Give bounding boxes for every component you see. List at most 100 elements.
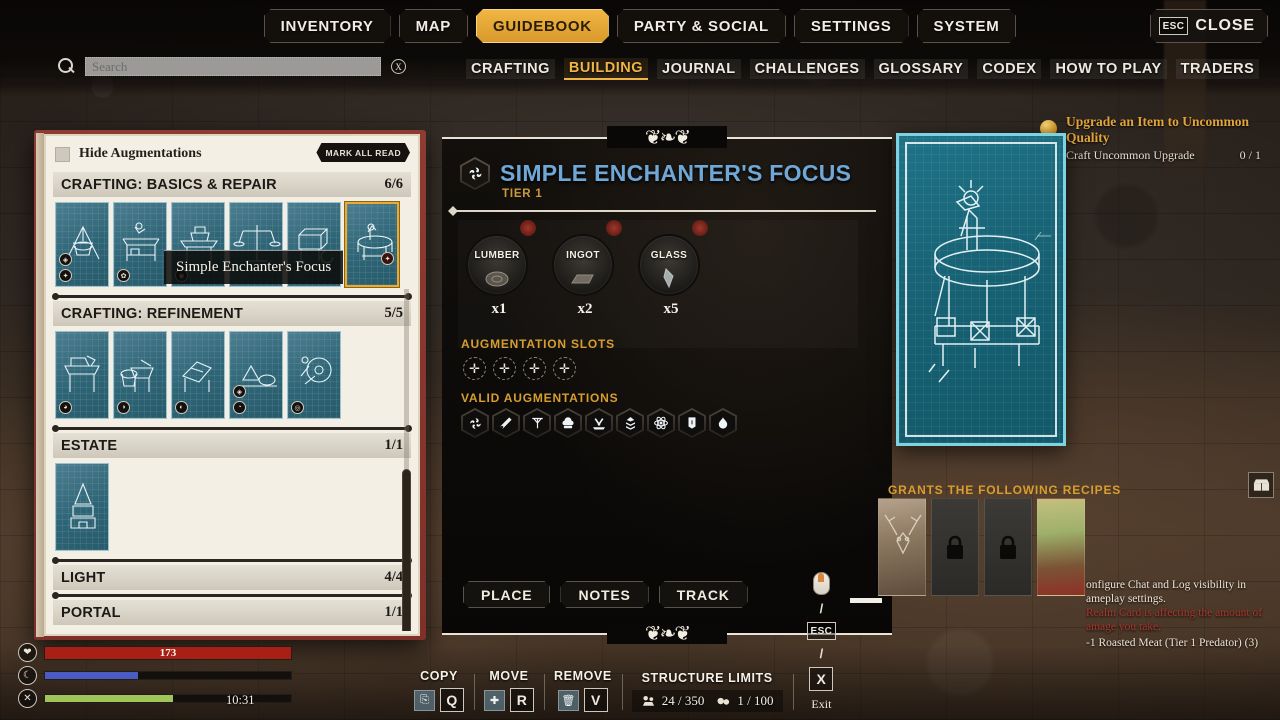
menu-tab-system[interactable]: SYSTEM xyxy=(917,9,1017,43)
close-button[interactable]: ESC CLOSE xyxy=(1150,9,1268,43)
category-count: 4/4 xyxy=(384,569,403,585)
valid-augmentations-list xyxy=(461,408,737,438)
grants-recipes-label: GRANTS THE FOLLOWING RECIPES xyxy=(888,483,1122,497)
menu-tab-guidebook[interactable]: GUIDEBOOK xyxy=(476,9,609,43)
ingredient-lumber[interactable]: LUMBER x1 xyxy=(466,220,536,348)
crate-icon[interactable] xyxy=(1248,472,1274,498)
blueprint-card[interactable]: ◈ ◔ xyxy=(229,331,283,419)
augmentation-flame-icon[interactable] xyxy=(709,408,737,438)
divider xyxy=(52,293,412,300)
augmentation-construction-crane-icon[interactable] xyxy=(523,408,551,438)
category-header-portal[interactable]: PORTAL 1/1 xyxy=(53,600,411,625)
scrollbar-thumb[interactable] xyxy=(402,469,411,631)
tab-codex[interactable]: CODEX xyxy=(977,59,1042,79)
recipe-card-locked[interactable] xyxy=(931,498,979,596)
moon-icon: ☾ xyxy=(18,666,37,685)
book-page-header: Hide Augmentations MARK ALL READ xyxy=(49,139,415,169)
tab-glossary[interactable]: GLOSSARY xyxy=(873,59,969,79)
augmentation-butcher-icon[interactable] xyxy=(585,408,613,438)
rune-marker-icon xyxy=(606,220,622,236)
decor-limit-value: 1 / 100 xyxy=(737,693,774,708)
lock-icon xyxy=(1000,535,1016,559)
blueprint-card[interactable]: ◈ ✦ xyxy=(55,202,109,287)
log-line: onfigure Chat and Log visibility in xyxy=(1086,579,1247,591)
hide-augmentations-label: Hide Augmentations xyxy=(79,146,202,161)
search-input[interactable]: Search xyxy=(85,57,381,76)
search-icon xyxy=(58,58,75,75)
menu-tab-map[interactable]: MAP xyxy=(399,9,468,43)
category-card-row xyxy=(49,458,415,555)
recipe-card-unlocked[interactable] xyxy=(878,498,926,596)
recipe-card-locked[interactable] xyxy=(984,498,1032,596)
tab-building[interactable]: BUILDING xyxy=(563,58,649,80)
esc-key[interactable]: ESC xyxy=(806,622,837,640)
world-clock: 10:31 xyxy=(226,693,255,707)
recipe-card-unlocked[interactable] xyxy=(1037,498,1085,596)
heart-icon: ❤ xyxy=(18,643,37,662)
category-count: 1/1 xyxy=(384,437,403,453)
ingredients-list: LUMBER x1 INGOT x2 GLASS x5 xyxy=(458,220,858,348)
clear-search-icon[interactable]: X xyxy=(391,59,406,74)
category-header-crafting-refinement[interactable]: CRAFTING: REFINEMENT 5/5 xyxy=(53,301,411,326)
ingredient-glass[interactable]: GLASS x5 xyxy=(638,220,708,348)
stamina-fill xyxy=(45,672,139,679)
quest-progress: 0 / 1 xyxy=(1239,148,1261,162)
separator: / xyxy=(819,601,824,616)
menu-tab-inventory[interactable]: INVENTORY xyxy=(264,9,391,43)
blueprint-card[interactable] xyxy=(55,463,109,551)
tab-crafting[interactable]: CRAFTING xyxy=(466,59,555,79)
augmentation-scroll-icon[interactable] xyxy=(678,408,706,438)
augmentation-slot[interactable]: ✛ xyxy=(523,357,546,380)
copy-key[interactable]: Q xyxy=(440,688,464,712)
track-button[interactable]: TRACK xyxy=(659,581,748,608)
tab-how-to-play[interactable]: HOW TO PLAY xyxy=(1050,59,1167,79)
tab-journal[interactable]: JOURNAL xyxy=(657,59,741,79)
augmentation-atom-icon[interactable] xyxy=(647,408,675,438)
mortar-bench-art xyxy=(120,359,154,392)
blueprint-card[interactable]: ◕ xyxy=(55,331,109,419)
blueprint-preview xyxy=(896,133,1066,446)
category-header-crafting-basics[interactable]: CRAFTING: BASICS & REPAIR 6/6 xyxy=(53,172,411,197)
tab-traders[interactable]: TRADERS xyxy=(1175,59,1260,79)
blueprint-tooltip: Simple Enchanter's Focus xyxy=(164,250,344,284)
blueprint-card-selected[interactable]: ✦ xyxy=(345,202,399,287)
augmentation-slot[interactable]: ✛ xyxy=(553,357,576,380)
tab-challenges[interactable]: CHALLENGES xyxy=(749,59,865,79)
ingredient-ingot[interactable]: INGOT x2 xyxy=(552,220,622,348)
category-card-row: ◕ ◑ ◐ ◈ ◔ ◎ xyxy=(49,326,415,423)
augmentation-tier-chevrons-icon[interactable] xyxy=(616,408,644,438)
blueprint-card[interactable]: ✿ xyxy=(113,202,167,287)
move-key[interactable]: R xyxy=(510,688,534,712)
menu-tab-label: PARTY & SOCIAL xyxy=(633,17,769,35)
augmentation-slot[interactable]: ✛ xyxy=(463,357,486,380)
food-row: ✕ xyxy=(18,689,318,708)
hint-copy: COPY ⎘ Q xyxy=(404,669,474,712)
category-header-light[interactable]: LIGHT 4/4 xyxy=(53,565,411,590)
place-button[interactable]: PLACE xyxy=(463,581,550,608)
ornament-divider-top: ❦❧❦ xyxy=(442,126,892,148)
ingredient-qty: x1 xyxy=(491,301,507,317)
estate-tower-art xyxy=(70,482,96,529)
mark-all-read-button[interactable]: MARK ALL READ xyxy=(316,143,410,162)
augmentation-cooking-icon[interactable] xyxy=(554,408,582,438)
book-page: Hide Augmentations MARK ALL READ CRAFTIN… xyxy=(44,134,420,636)
card-badge-icon: ✿ xyxy=(117,269,130,282)
hide-augmentations-checkbox[interactable] xyxy=(55,146,70,162)
augmentation-slot[interactable]: ✛ xyxy=(493,357,516,380)
divider xyxy=(52,557,412,564)
menu-tab-party-social[interactable]: PARTY & SOCIAL xyxy=(617,9,786,43)
menu-tab-settings[interactable]: SETTINGS xyxy=(794,9,909,43)
exit-hint: / ESC / X Exit xyxy=(792,572,847,712)
x-key[interactable]: X xyxy=(809,667,834,691)
blueprint-card[interactable]: ◑ xyxy=(113,331,167,419)
blueprint-card[interactable]: ◎ xyxy=(287,331,341,419)
recipe-scroll-indicator[interactable] xyxy=(850,598,882,603)
remove-key[interactable]: V xyxy=(583,688,608,712)
notes-button[interactable]: NOTES xyxy=(560,581,648,608)
blueprint-card[interactable]: ◐ xyxy=(171,331,225,419)
augmentation-weapon-icon[interactable] xyxy=(492,408,520,438)
food-fill xyxy=(45,695,173,702)
lock-icon xyxy=(947,535,963,559)
category-header-estate[interactable]: ESTATE 1/1 xyxy=(53,433,411,458)
augmentation-arcane-focus-icon[interactable] xyxy=(461,408,489,438)
